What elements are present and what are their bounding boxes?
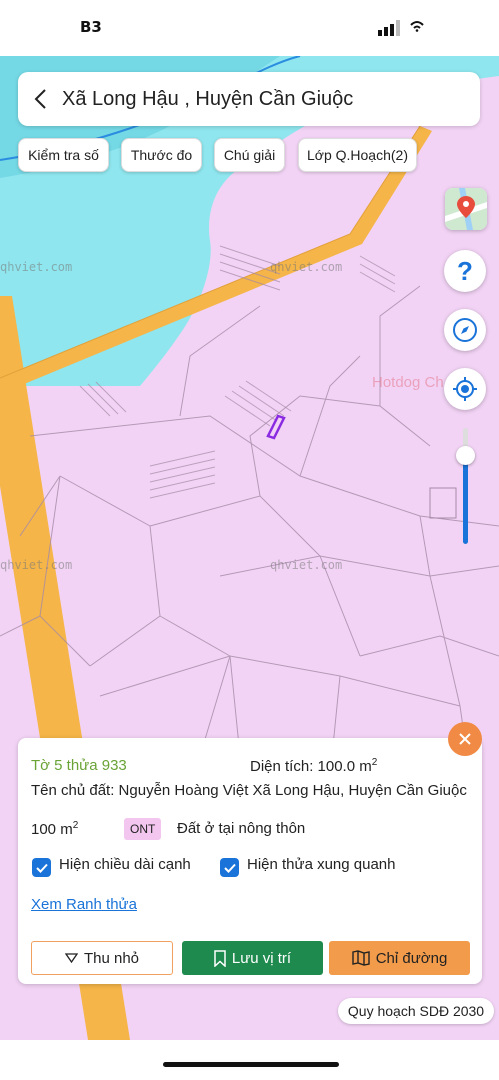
home-indicator[interactable]: [163, 1062, 339, 1067]
map-watermark: qhviet.com: [0, 558, 73, 572]
home-bar: [0, 1040, 499, 1080]
zoom-slider-thumb[interactable]: [456, 446, 475, 465]
wifi-icon: [410, 21, 424, 32]
show-edge-lengths-checkbox[interactable]: [32, 858, 51, 877]
planning-year-badge[interactable]: Quy hoạch SDĐ 2030: [338, 998, 494, 1024]
cellular-signal-icon: [378, 20, 400, 36]
collapse-button-label: Thu nhỏ: [83, 949, 140, 967]
page-title: Xã Long Hậu , Huyện Cần Giuộc: [62, 87, 354, 110]
checkmark-icon: [35, 863, 48, 873]
owner-name: Tên chủ đất: Nguyễn Hoàng Việt Xã Long H…: [31, 782, 467, 799]
ruler-button[interactable]: Thước đo: [121, 138, 202, 172]
legend-button[interactable]: Chú giải: [214, 138, 285, 172]
help-glyph: ?: [457, 256, 473, 286]
bookmark-icon: [214, 949, 226, 967]
save-location-label: Lưu vị trí: [231, 949, 292, 967]
parcel-area-label: Diện tích: 100.0 m: [250, 758, 372, 775]
view-boundary-link[interactable]: Xem Ranh thửa: [31, 896, 137, 913]
my-location-icon[interactable]: [444, 368, 486, 410]
check-parcel-button[interactable]: Kiểm tra số: [18, 138, 109, 172]
land-use-area-value: 100 m: [31, 821, 73, 838]
help-icon[interactable]: ?: [444, 250, 486, 292]
planning-layers-button[interactable]: Lớp Q.Hoạch(2): [298, 138, 417, 172]
collapse-button[interactable]: Thu nhỏ: [31, 941, 173, 975]
save-location-button[interactable]: Lưu vị trí: [182, 941, 323, 975]
show-neighbors-checkbox[interactable]: [220, 858, 239, 877]
land-use-area-sup: 2: [72, 820, 79, 831]
map-watermark: qhviet.com: [270, 260, 343, 274]
checkmark-icon: [223, 863, 236, 873]
map-watermark: qhviet.com: [0, 260, 73, 274]
location-header: Xã Long Hậu , Huyện Cần Giuộc: [18, 72, 480, 126]
directions-label: Chỉ đường: [375, 949, 448, 967]
map-icon: [352, 950, 370, 966]
map-poi-label[interactable]: Hotdog Ch: [372, 374, 444, 391]
land-use-type: Đất ở tại nông thôn: [177, 820, 306, 837]
status-bar-logo: B3: [80, 18, 102, 36]
parcel-area-unit-sup: 2: [371, 757, 378, 768]
directions-button[interactable]: Chỉ đường: [329, 941, 470, 975]
map-watermark: qhviet.com: [270, 558, 343, 572]
status-bar: B3: [0, 0, 499, 56]
zoom-slider-fill: [463, 451, 468, 544]
land-use-area: 100 m2: [31, 820, 78, 838]
close-icon[interactable]: [448, 722, 482, 756]
parcel-area: Diện tích: 100.0 m2: [250, 757, 377, 775]
triangle-down-icon: [64, 953, 78, 963]
parcel-id: Tờ 5 thửa 933: [31, 757, 127, 774]
land-code-badge: ONT: [124, 818, 162, 840]
chevron-left-icon[interactable]: [18, 72, 62, 126]
show-neighbors-label[interactable]: Hiện thửa xung quanh: [247, 856, 395, 873]
map-layer-icon[interactable]: [445, 188, 487, 230]
compass-icon[interactable]: [444, 309, 486, 351]
show-edge-lengths-label[interactable]: Hiện chiều dài cạnh: [59, 856, 191, 873]
